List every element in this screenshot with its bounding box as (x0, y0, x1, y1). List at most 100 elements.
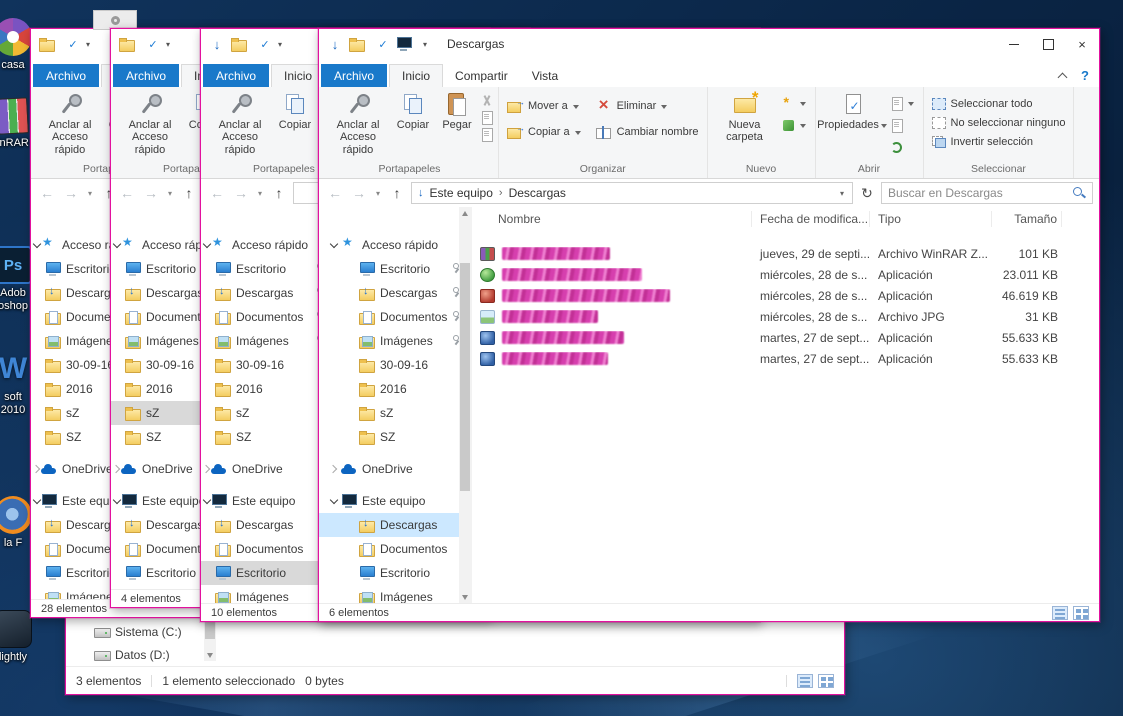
rename-button[interactable]: Cambiar nombre (593, 123, 702, 141)
cut-icon[interactable] (480, 94, 493, 107)
chevron-icon[interactable] (37, 406, 45, 420)
chevron-icon[interactable] (207, 590, 215, 603)
sidebar-item[interactable]: Acceso rápido (319, 233, 471, 257)
sidebar-item[interactable]: Este equipo (319, 489, 471, 513)
sidebar-scrollbar[interactable] (459, 207, 471, 603)
quick-access-monitor-icon[interactable] (396, 37, 412, 51)
file-row[interactable]: miércoles, 28 de s... Aplicación 46.619 … (472, 285, 1099, 306)
chevron-icon[interactable] (117, 358, 125, 372)
chevron-icon[interactable] (37, 430, 45, 444)
chevron-icon[interactable] (207, 310, 215, 324)
chevron-icon[interactable] (37, 566, 45, 580)
chevron-icon[interactable] (207, 542, 215, 556)
select-all-button[interactable]: Seleccionar todo (929, 95, 1036, 113)
sidebar-item[interactable]: Escritorio (201, 561, 331, 585)
tab-vista[interactable]: Vista (520, 64, 570, 87)
sidebar-item[interactable]: Escritorio (319, 257, 471, 281)
chevron-icon[interactable] (207, 382, 215, 396)
collapse-ribbon-icon[interactable] (1057, 71, 1069, 81)
close-button[interactable]: × (1065, 29, 1099, 59)
customize-quick-access-dropdown[interactable]: ▾ (423, 40, 427, 49)
chevron-icon[interactable] (207, 566, 215, 580)
chevron-icon[interactable] (117, 286, 125, 300)
sidebar-item[interactable]: Imágenes (201, 585, 331, 603)
copy-to-button[interactable]: Copiar a (504, 123, 585, 141)
recent-locations-dropdown[interactable]: ▾ (165, 189, 175, 198)
chevron-icon[interactable] (33, 494, 41, 508)
chevron-icon[interactable] (117, 334, 125, 348)
sidebar-item[interactable]: SZ (201, 425, 331, 449)
chevron-icon[interactable] (203, 462, 211, 476)
history-button[interactable] (887, 138, 918, 156)
select-none-button[interactable]: No seleccionar ninguno (929, 114, 1069, 132)
sidebar-item-drive[interactable]: Datos (D:) (66, 643, 276, 666)
sidebar-item[interactable]: Este equipo (201, 489, 331, 513)
sidebar-item[interactable]: Imágenes (201, 329, 331, 353)
file-row[interactable]: martes, 27 de sept... Aplicación 55.633 … (472, 327, 1099, 348)
chevron-icon[interactable] (37, 310, 45, 324)
open-button[interactable] (887, 94, 918, 112)
copy-button[interactable]: Copiar (274, 89, 316, 131)
file-row[interactable]: martes, 27 de sept... Aplicación 55.633 … (472, 348, 1099, 369)
scrollbar-down-arrow[interactable] (459, 590, 471, 603)
help-icon[interactable]: ? (1081, 68, 1089, 83)
chevron-icon[interactable] (37, 542, 45, 556)
tab-inicio[interactable]: Inicio (389, 64, 444, 87)
chevron-icon[interactable] (345, 590, 359, 603)
copy-button[interactable]: Copiar (392, 89, 434, 131)
tab-inicio[interactable]: Inicio (271, 64, 326, 87)
quick-access-folder-icon[interactable] (349, 37, 365, 52)
delete-button[interactable]: Eliminar (593, 95, 702, 115)
back-button[interactable]: ← (325, 185, 345, 201)
edit-button[interactable] (887, 116, 918, 134)
address-bar[interactable]: ↓ Este equipo › Descargas ▾ (411, 182, 853, 204)
forward-button[interactable]: → (141, 185, 161, 201)
sidebar-item[interactable]: Documentos (319, 305, 471, 329)
search-input[interactable] (888, 186, 1068, 200)
scrollbar-down-arrow[interactable] (204, 648, 216, 661)
chevron-icon[interactable] (37, 334, 45, 348)
chevron-icon[interactable] (203, 238, 211, 252)
window-titlebar[interactable]: ↓ ✓ ▾ Descargas × (319, 29, 1099, 59)
invert-selection-button[interactable]: Invertir selección (929, 133, 1037, 151)
back-button[interactable]: ← (37, 185, 57, 201)
desktop-icon[interactable]: lightly (0, 610, 46, 664)
pin-to-quick-access-button[interactable]: Anclar al Acceso rápido (38, 89, 102, 156)
chevron-icon[interactable] (345, 310, 359, 324)
sidebar-item[interactable]: Descargas (319, 281, 471, 305)
sidebar-item[interactable]: Imágenes (319, 585, 471, 603)
column-header-date[interactable]: Fecha de modifica... (752, 211, 870, 227)
chevron-icon[interactable] (117, 430, 125, 444)
sidebar-item[interactable]: sZ (201, 401, 331, 425)
thumbnails-view-button[interactable] (1073, 605, 1089, 620)
sidebar-item[interactable]: 30-09-16 (201, 353, 331, 377)
sidebar-item[interactable]: sZ (319, 401, 471, 425)
details-view-button[interactable] (1052, 605, 1068, 620)
chevron-icon[interactable] (37, 262, 45, 276)
back-button[interactable]: ← (117, 185, 137, 201)
quick-access-checkmark-icon[interactable]: ✓ (376, 38, 390, 51)
chevron-icon[interactable] (345, 358, 359, 372)
sidebar-item[interactable]: SZ (319, 425, 471, 449)
chevron-icon[interactable] (207, 518, 215, 532)
pin-to-quick-access-button[interactable]: Anclar al Acceso rápido (208, 89, 272, 156)
chevron-icon[interactable] (33, 238, 41, 252)
address-dropdown-icon[interactable]: ▾ (838, 189, 846, 198)
chevron-icon[interactable] (113, 462, 121, 476)
tab-archivo[interactable]: Archivo (33, 64, 100, 87)
chevron-icon[interactable] (345, 286, 359, 300)
forward-button[interactable]: → (349, 185, 369, 201)
sidebar-item[interactable]: OneDrive (201, 457, 331, 481)
explorer-window-descargas[interactable]: ↓ ✓ ▾ Descargas × Archivo Inicio Compart… (318, 28, 1100, 622)
up-button[interactable]: ↑ (179, 185, 199, 201)
sidebar-item[interactable]: 30-09-16 (319, 353, 471, 377)
chevron-icon[interactable] (345, 262, 359, 276)
paste-shortcut-icon[interactable] (480, 128, 493, 142)
scrollbar-up-arrow[interactable] (459, 207, 471, 220)
copy-path-icon[interactable] (480, 111, 493, 125)
chevron-icon[interactable] (117, 262, 125, 276)
chevron-icon[interactable] (37, 518, 45, 532)
file-row[interactable]: miércoles, 28 de s... Archivo JPG 31 KB (472, 306, 1099, 327)
breadcrumb-root[interactable]: Este equipo (430, 186, 493, 200)
recent-locations-dropdown[interactable]: ▾ (373, 189, 383, 198)
